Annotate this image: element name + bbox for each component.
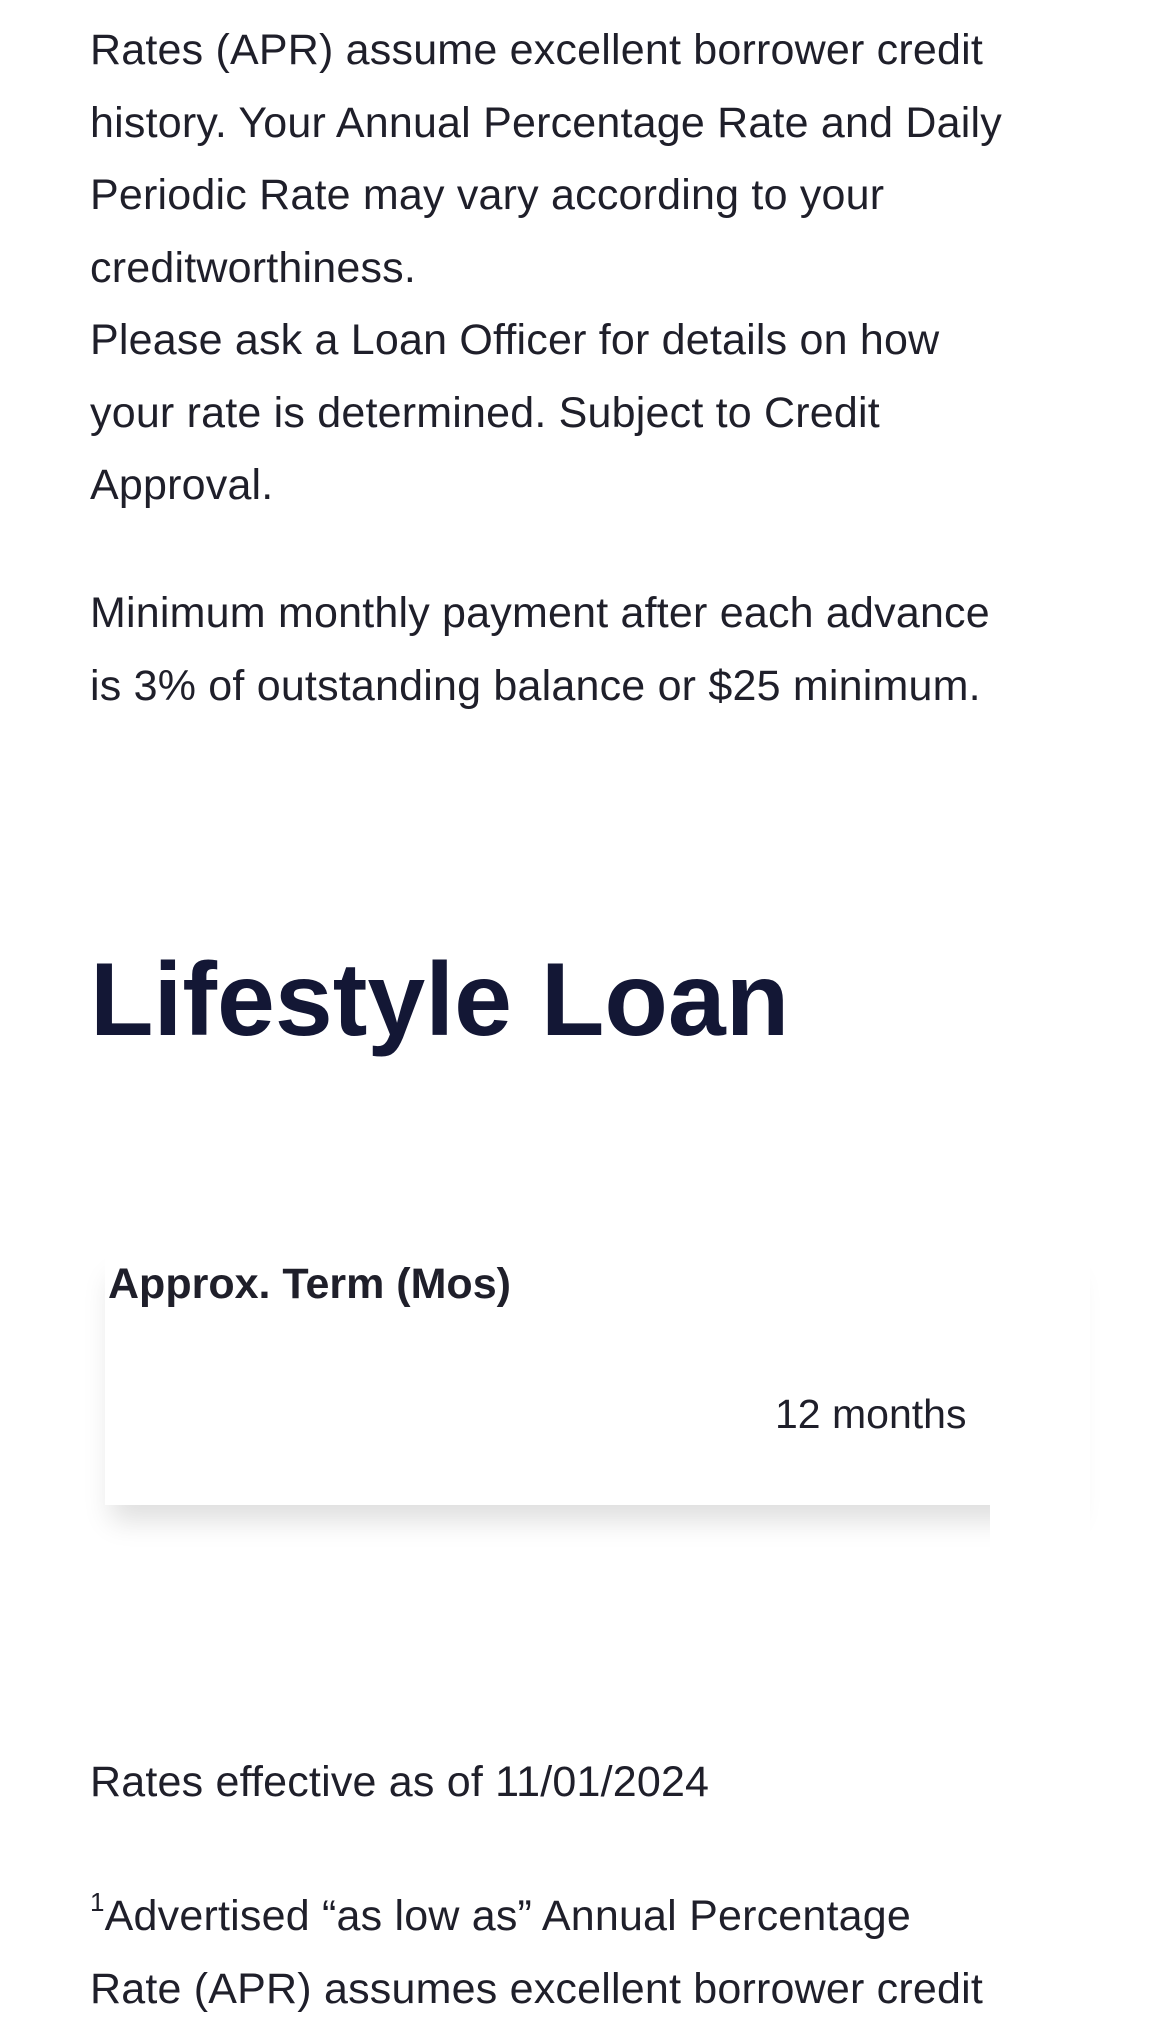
- footnote-line: Rate (APR) assumes excellent borrower cr…: [90, 1953, 1090, 2025]
- footnote: 1Advertised “as low as” Annual Percentag…: [90, 1880, 1090, 2025]
- credit-disclaimer: Rates (APR) assume excellent borrower cr…: [90, 14, 1090, 522]
- table-scroll-edge: [990, 1230, 1090, 1550]
- disclaimer-line: your rate is determined. Subject to Cred…: [90, 377, 1090, 450]
- footnote-text: Advertised “as low as” Annual Percentage: [105, 1892, 911, 1940]
- rates-table[interactable]: Approx. Term (Mos) 12 months: [105, 1250, 1080, 1505]
- disclaimer-line: Periodic Rate may vary according to your: [90, 159, 1090, 232]
- table-header-term: Approx. Term (Mos): [108, 1254, 511, 1314]
- section-title: Lifestyle Loan: [90, 935, 789, 1065]
- disclaimer-line: Approval.: [90, 449, 1090, 522]
- minimum-payment-line: is 3% of outstanding balance or $25 mini…: [90, 650, 1090, 723]
- footnote-marker: 1: [90, 1887, 105, 1917]
- minimum-payment-line: Minimum monthly payment after each advan…: [90, 577, 1090, 650]
- disclaimer-line: Please ask a Loan Officer for details on…: [90, 304, 1090, 377]
- table-cell-term: 12 months: [775, 1386, 966, 1442]
- footnote-line: 1Advertised “as low as” Annual Percentag…: [90, 1880, 1090, 1953]
- rates-effective-date: Rates effective as of 11/01/2024: [90, 1746, 709, 1819]
- minimum-payment-note: Minimum monthly payment after each advan…: [90, 577, 1090, 722]
- disclaimer-line: history. Your Annual Percentage Rate and…: [90, 87, 1090, 160]
- disclaimer-line: creditworthiness.: [90, 232, 1090, 305]
- disclaimer-line: Rates (APR) assume excellent borrower cr…: [90, 14, 1090, 87]
